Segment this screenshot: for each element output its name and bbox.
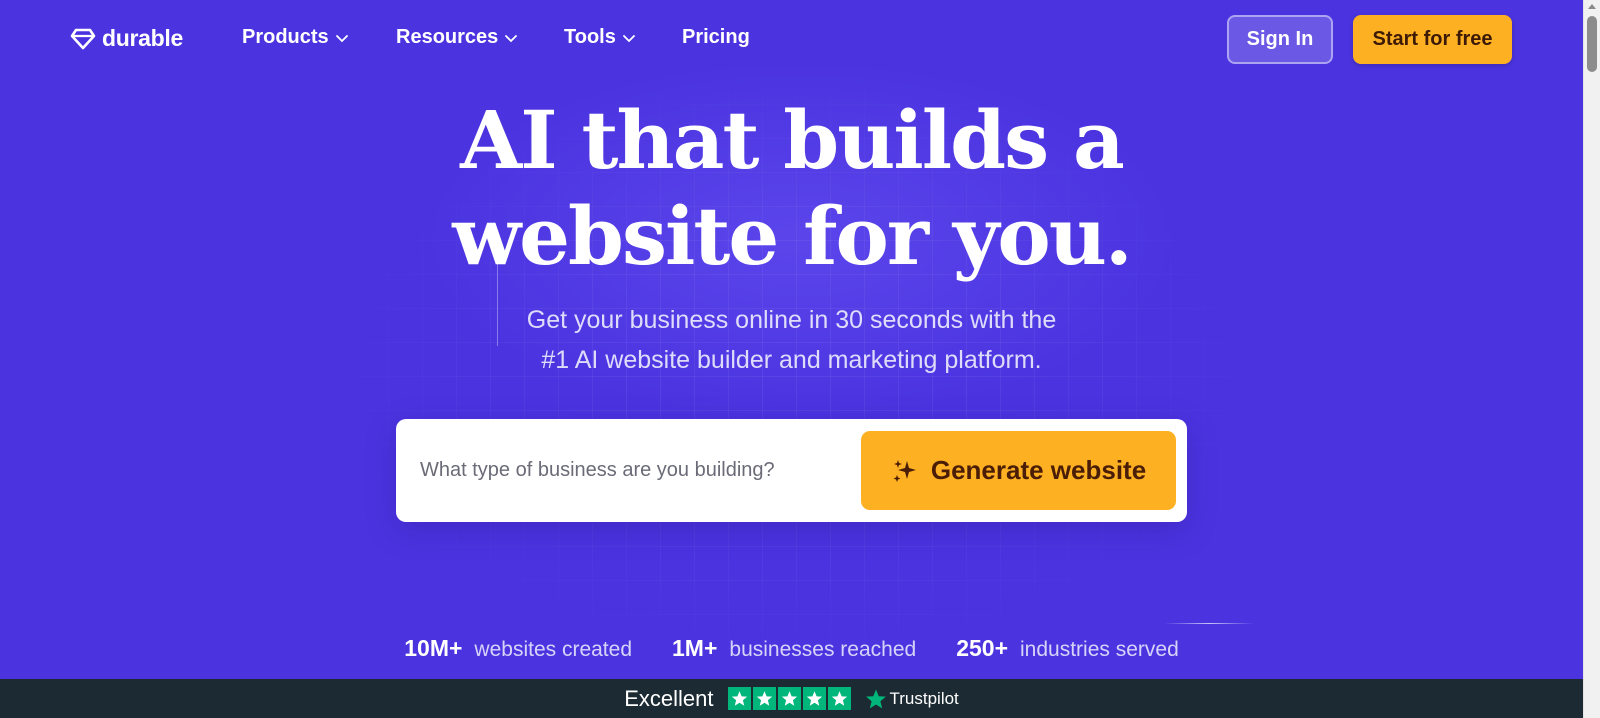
top-navigation: durable Products Resources Tools Pricing… [0, 0, 1583, 78]
stat-item: 250+ industries served [956, 635, 1179, 662]
page-viewport: durable Products Resources Tools Pricing… [0, 0, 1583, 718]
hero-title-line: website for you. [452, 189, 1132, 283]
trustpilot-brand: Trustpilot [889, 688, 959, 708]
stat-value: 10M+ [404, 635, 463, 661]
nav-item-label: Tools [564, 26, 616, 48]
stat-value: 1M+ [672, 635, 718, 661]
nav-item-products[interactable]: Products [242, 26, 349, 49]
stat-label: businesses reached [729, 638, 917, 661]
diamond-logo-icon [70, 28, 96, 49]
chevron-down-icon [335, 34, 348, 42]
nav-item-label: Pricing [682, 26, 750, 48]
star-icon [777, 687, 801, 710]
business-search-card: Generate website [396, 419, 1187, 522]
stat-label: industries served [1020, 638, 1179, 661]
start-for-free-button[interactable]: Start for free [1353, 15, 1512, 64]
page-scrollbar[interactable] [1583, 0, 1600, 718]
hero-subtitle-line: Get your business online in 30 seconds w… [526, 306, 1057, 334]
star-icon [752, 687, 776, 710]
sparkle-icon [893, 459, 916, 482]
star-icon [727, 687, 751, 710]
chevron-down-icon [505, 34, 518, 42]
nav-item-resources[interactable]: Resources [396, 26, 518, 49]
nav-item-tools[interactable]: Tools [564, 26, 636, 49]
scroll-up-arrow-icon[interactable] [1588, 4, 1596, 9]
trustpilot-bar[interactable]: Excellent Trustpilot [0, 679, 1583, 718]
brand-name: durable [102, 25, 183, 51]
stat-item: 1M+ businesses reached [672, 635, 916, 662]
nav-item-label: Products [242, 26, 329, 48]
chevron-down-icon [622, 34, 635, 42]
star-icon [802, 687, 826, 710]
stat-item: 10M+ websites created [404, 635, 632, 662]
stats-row: 10M+ websites created 1M+ businesses rea… [0, 635, 1583, 662]
hero-title-line: AI that builds a [460, 93, 1125, 187]
trustpilot-rating-label: Excellent [624, 685, 714, 711]
stat-label: websites created [474, 638, 633, 661]
hero-title: AI that builds a website for you. [0, 92, 1583, 284]
business-type-input[interactable] [420, 450, 850, 490]
generate-website-button[interactable]: Generate website [861, 431, 1176, 510]
hero-subtitle: Get your business online in 30 seconds w… [0, 300, 1583, 380]
decorative-line [1164, 623, 1254, 624]
sign-in-button[interactable]: Sign In [1227, 15, 1333, 64]
nav-item-label: Resources [396, 26, 499, 48]
trustpilot-logo: Trustpilot [865, 688, 959, 710]
brand-logo[interactable]: durable [70, 25, 183, 52]
trustpilot-stars [727, 687, 851, 710]
trustpilot-star-icon [865, 689, 886, 708]
stat-value: 250+ [956, 635, 1009, 661]
scrollbar-thumb[interactable] [1587, 16, 1597, 72]
star-icon [827, 687, 851, 710]
nav-item-pricing[interactable]: Pricing [682, 26, 750, 49]
generate-website-label: Generate website [930, 455, 1147, 485]
hero-subtitle-line: #1 AI website builder and marketing plat… [541, 346, 1042, 374]
